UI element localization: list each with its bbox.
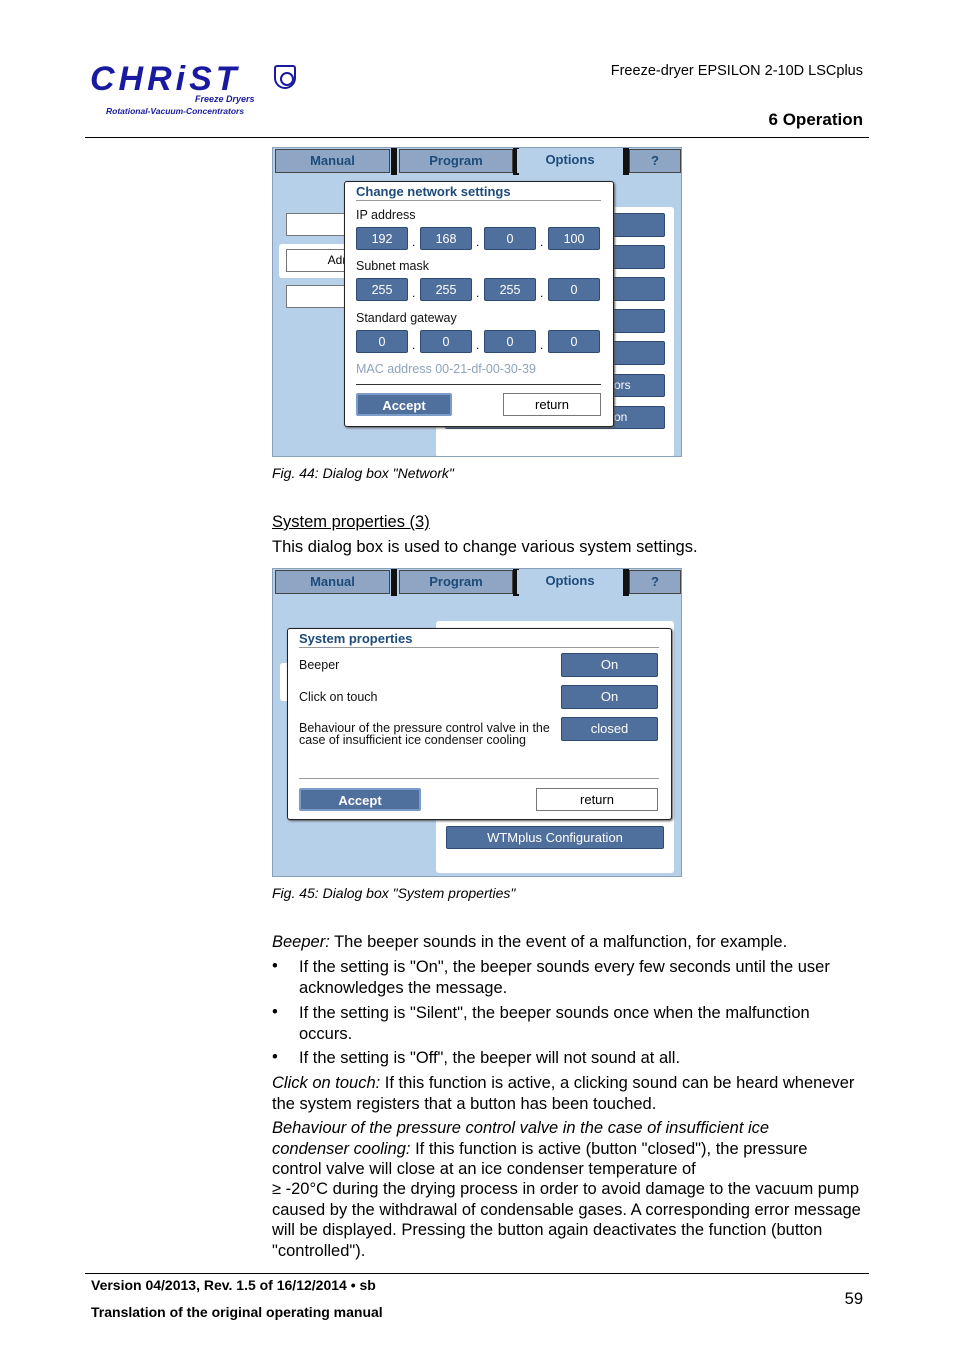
valve-paragraph: Behaviour of the pressure control valve … bbox=[272, 1118, 832, 1180]
footer-divider bbox=[299, 778, 659, 779]
tab-separator bbox=[391, 569, 397, 596]
chapter-title: 6 Operation bbox=[768, 110, 863, 129]
dot: . bbox=[540, 235, 544, 249]
click-on-touch-label: Click on touch bbox=[299, 690, 378, 704]
click-term: Click on touch: bbox=[272, 1074, 381, 1092]
subnet-octet-2[interactable]: 255 bbox=[420, 278, 472, 301]
beeper-label: Beeper bbox=[299, 658, 340, 672]
network-screenshot: Manual Program Options ? G Admi S ors on… bbox=[272, 147, 682, 457]
system-properties-dialog: System properties Beeper On Click on tou… bbox=[287, 628, 672, 820]
tab-manual[interactable]: Manual bbox=[275, 570, 390, 594]
dot: . bbox=[540, 338, 544, 352]
gateway-octet-4[interactable]: 0 bbox=[548, 330, 600, 353]
product-name: Freeze-dryer EPSILON 2-10D LSCplus bbox=[610, 63, 863, 79]
click-paragraph: Click on touch: If this function is acti… bbox=[272, 1073, 862, 1114]
logo-line2: Rotational-Vacuum-Concentrators bbox=[106, 106, 245, 116]
wtmplus-configuration-button[interactable]: WTMplus Configuration bbox=[446, 826, 664, 849]
tab-help[interactable]: ? bbox=[629, 149, 681, 173]
bullet-mark: • bbox=[272, 1003, 278, 1021]
dot: . bbox=[476, 235, 480, 249]
mac-address: MAC address 00-21-df-00-30-39 bbox=[356, 362, 536, 376]
dot: . bbox=[476, 286, 480, 300]
beeper-description: The beeper sounds in the event of a malf… bbox=[329, 933, 788, 951]
click-on-touch-toggle[interactable]: On bbox=[561, 685, 658, 709]
title-divider bbox=[299, 647, 659, 648]
page-number: 59 bbox=[844, 1290, 863, 1308]
bullet-mark: • bbox=[272, 1048, 278, 1066]
dot: . bbox=[412, 235, 416, 249]
ip-octet-1[interactable]: 192 bbox=[356, 227, 408, 250]
beeper-toggle[interactable]: On bbox=[561, 653, 658, 677]
bullet-off: If the setting is "Off", the beeper will… bbox=[299, 1049, 681, 1067]
tab-program[interactable]: Program bbox=[399, 149, 513, 173]
beeper-paragraph: Beeper: The beeper sounds in the event o… bbox=[272, 932, 862, 953]
christ-logo: CHRiST Freeze Dryers Rotational-Vacuum-C… bbox=[90, 60, 315, 120]
gateway-octet-3[interactable]: 0 bbox=[484, 330, 536, 353]
tab-options[interactable]: Options bbox=[517, 570, 623, 594]
title-divider bbox=[356, 200, 601, 201]
gateway-octet-1[interactable]: 0 bbox=[356, 330, 408, 353]
subnet-octet-1[interactable]: 255 bbox=[356, 278, 408, 301]
bullet-silent: If the setting is "Silent", the beeper s… bbox=[299, 1004, 810, 1043]
tab-options[interactable]: Options bbox=[517, 149, 623, 173]
valve-paragraph-2: ≥ -20°C during the drying process in ord… bbox=[272, 1180, 861, 1260]
dot: . bbox=[476, 338, 480, 352]
subnet-label: Subnet mask bbox=[356, 259, 429, 273]
ip-octet-2[interactable]: 168 bbox=[420, 227, 472, 250]
section-intro: This dialog box is used to change variou… bbox=[272, 538, 698, 556]
ip-label: IP address bbox=[356, 208, 416, 222]
return-button[interactable]: return bbox=[503, 393, 601, 416]
gateway-octet-2[interactable]: 0 bbox=[420, 330, 472, 353]
logo-shield-icon bbox=[274, 65, 296, 89]
header-divider bbox=[85, 137, 869, 138]
version-info: Version 04/2013, Rev. 1.5 of 16/12/2014 … bbox=[91, 1277, 376, 1293]
gateway-label: Standard gateway bbox=[356, 311, 457, 325]
beeper-term: Beeper: bbox=[272, 933, 330, 951]
footer-divider bbox=[85, 1273, 869, 1274]
ip-octet-4[interactable]: 100 bbox=[548, 227, 600, 250]
footer-divider bbox=[356, 384, 601, 385]
logo-line1: Freeze Dryers bbox=[195, 94, 255, 104]
accept-button[interactable]: Accept bbox=[356, 393, 452, 416]
valve-behaviour-label: Behaviour of the pressure control valve … bbox=[299, 721, 550, 747]
tab-help[interactable]: ? bbox=[629, 570, 681, 594]
translation-note: Translation of the original operating ma… bbox=[91, 1304, 383, 1320]
tab-program[interactable]: Program bbox=[399, 570, 513, 594]
system-properties-screenshot: Manual Program Options ? WTMplus Configu… bbox=[272, 568, 682, 877]
accept-button[interactable]: Accept bbox=[299, 788, 421, 811]
figure-44-caption: Fig. 44: Dialog box "Network" bbox=[272, 465, 454, 481]
manual-page: CHRiST Freeze Dryers Rotational-Vacuum-C… bbox=[0, 0, 954, 1350]
tab-manual[interactable]: Manual bbox=[275, 149, 390, 173]
section-heading[interactable]: System properties (3) bbox=[272, 513, 430, 532]
ip-octet-3[interactable]: 0 bbox=[484, 227, 536, 250]
return-button[interactable]: return bbox=[536, 788, 658, 811]
subnet-octet-4[interactable]: 0 bbox=[548, 278, 600, 301]
dot: . bbox=[412, 338, 416, 352]
tab-separator bbox=[391, 148, 397, 175]
dot: . bbox=[412, 286, 416, 300]
dialog-title: System properties bbox=[299, 631, 413, 646]
dialog-title: Change network settings bbox=[356, 184, 511, 199]
valve-behaviour-toggle[interactable]: closed bbox=[561, 717, 658, 741]
bullet-on: If the setting is "On", the beeper sound… bbox=[299, 958, 830, 997]
network-dialog: Change network settings IP address 192 .… bbox=[344, 181, 614, 427]
dot: . bbox=[540, 286, 544, 300]
bullet-mark: • bbox=[272, 957, 278, 975]
subnet-octet-3[interactable]: 255 bbox=[484, 278, 536, 301]
figure-45-caption: Fig. 45: Dialog box "System properties" bbox=[272, 885, 516, 901]
